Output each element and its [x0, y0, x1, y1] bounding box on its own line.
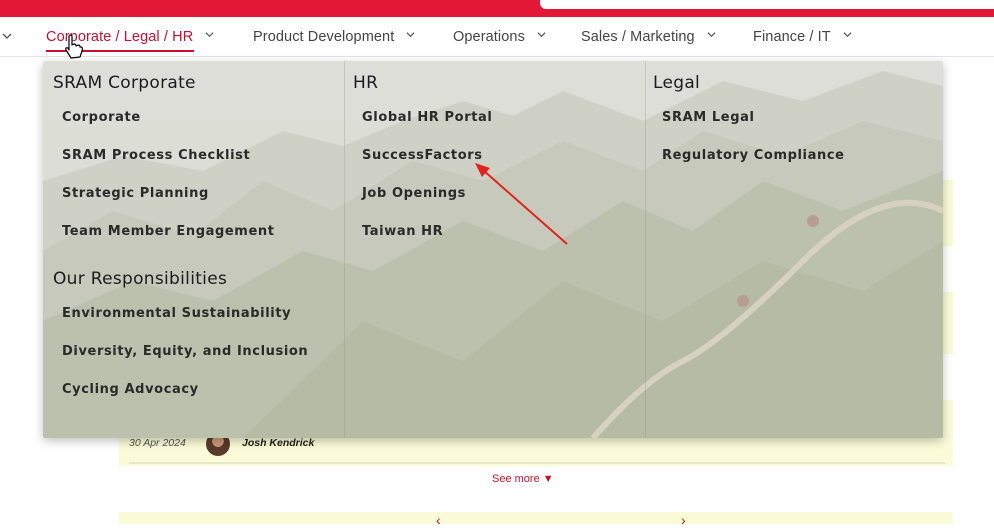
chevron-down-icon — [406, 32, 415, 38]
heading-legal: Legal — [653, 73, 701, 93]
chevron-down-icon — [537, 32, 546, 38]
divider — [129, 462, 945, 464]
nav-item-sales-marketing[interactable]: Sales / Marketing — [581, 29, 716, 45]
link-diversity-equity-inclusion[interactable]: Diversity, Equity, and Inclusion — [62, 344, 308, 359]
link-taiwan-hr[interactable]: Taiwan HR — [362, 224, 443, 239]
nav-item-product-development[interactable]: Product Development — [253, 29, 415, 45]
chevron-down-icon — [843, 32, 852, 38]
nav-item-label: Operations — [453, 29, 525, 45]
post-author: Josh Kendrick — [242, 437, 315, 449]
link-team-member-engagement[interactable]: Team Member Engagement — [62, 224, 275, 239]
chevron-down-icon — [707, 32, 716, 38]
link-environmental-sustainability[interactable]: Environmental Sustainability — [62, 306, 291, 321]
top-red-bar — [0, 0, 994, 17]
chevron-down-icon — [205, 32, 214, 38]
main-navigation: Corporate / Legal / HR Product Developme… — [0, 17, 994, 57]
link-regulatory-compliance[interactable]: Regulatory Compliance — [662, 148, 845, 163]
column-divider — [344, 61, 345, 438]
link-successfactors[interactable]: SuccessFactors — [362, 148, 483, 163]
heading-our-responsibilities: Our Responsibilities — [53, 269, 228, 289]
chevron-down-icon[interactable] — [2, 31, 12, 41]
nav-item-operations[interactable]: Operations — [453, 29, 546, 45]
link-cycling-advocacy[interactable]: Cycling Advocacy — [62, 382, 199, 397]
nav-item-label: Product Development — [253, 29, 395, 45]
link-global-hr-portal[interactable]: Global HR Portal — [362, 110, 492, 125]
hand-cursor-icon — [65, 34, 83, 59]
link-strategic-planning[interactable]: Strategic Planning — [62, 186, 209, 201]
see-more-link[interactable]: See more ▼ — [492, 473, 554, 485]
heading-hr: HR — [353, 73, 379, 93]
news-card — [119, 512, 953, 524]
link-job-openings[interactable]: Job Openings — [362, 186, 466, 201]
post-date: 30 Apr 2024 — [129, 437, 186, 449]
search-box[interactable] — [540, 0, 994, 9]
link-corporate[interactable]: Corporate — [62, 110, 141, 125]
carousel-next-icon[interactable]: › — [681, 512, 686, 528]
column-divider — [645, 61, 646, 438]
link-sram-legal[interactable]: SRAM Legal — [662, 110, 755, 125]
carousel-prev-icon[interactable]: ‹ — [436, 512, 441, 528]
nav-item-label: Finance / IT — [753, 29, 831, 45]
nav-item-finance-it[interactable]: Finance / IT — [753, 29, 852, 45]
mega-menu-dropdown: SRAM Corporate Corporate SRAM Process Ch… — [43, 61, 943, 438]
heading-sram-corporate: SRAM Corporate — [53, 73, 196, 93]
nav-item-label: Sales / Marketing — [581, 29, 695, 45]
link-sram-process-checklist[interactable]: SRAM Process Checklist — [62, 148, 250, 163]
